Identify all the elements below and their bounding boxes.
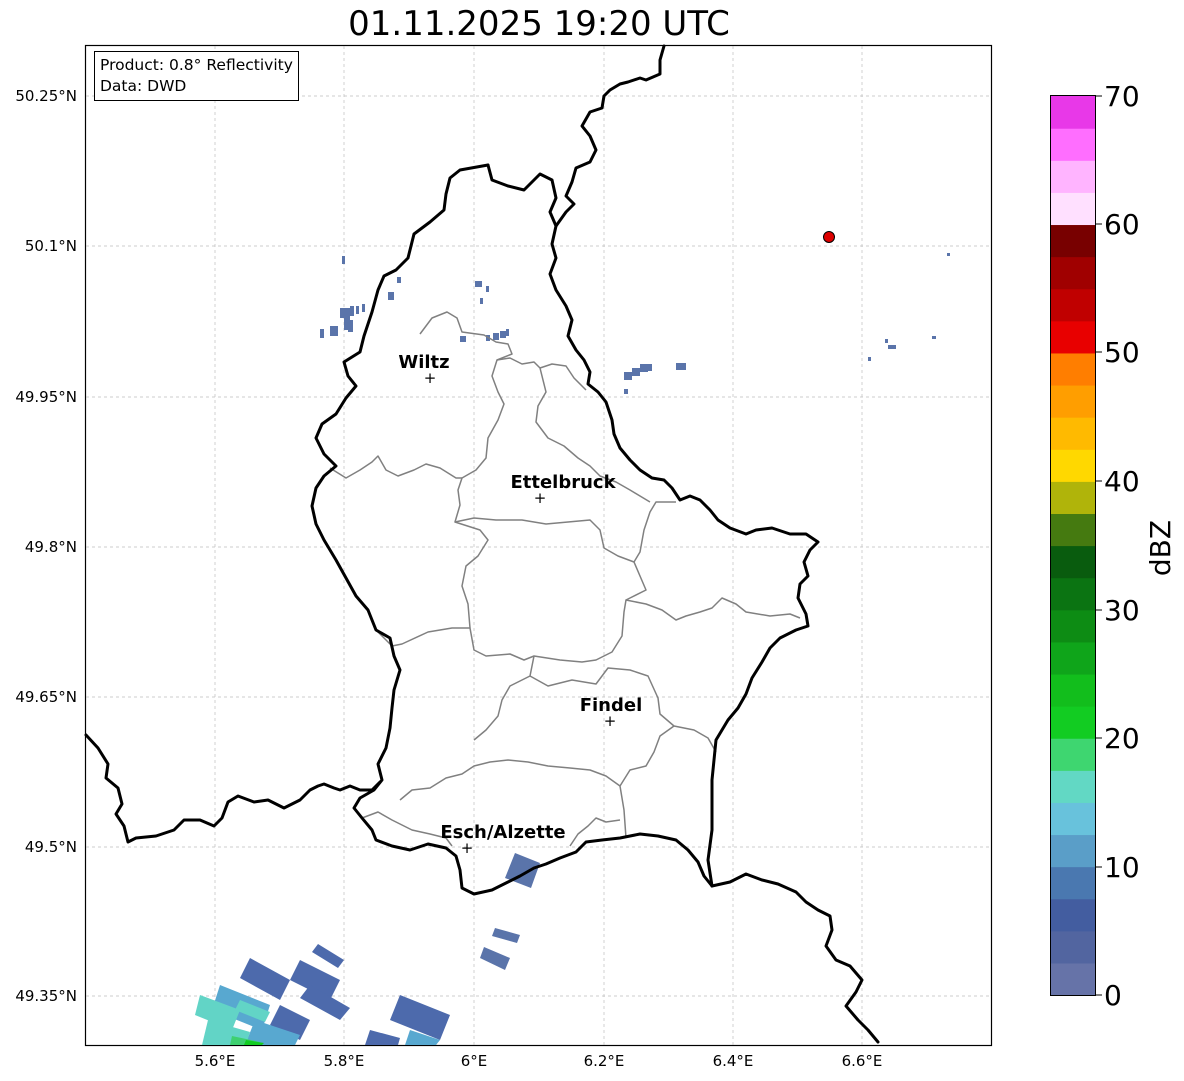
colorbar-band — [1051, 320, 1095, 354]
lon-tick-label: 6.4°E — [713, 1052, 754, 1070]
lon-tick-label: 6.6°E — [842, 1052, 883, 1070]
colorbar-band — [1051, 834, 1095, 868]
colorbar-band — [1051, 898, 1095, 932]
colorbar-title: dBZ — [1144, 520, 1177, 576]
colorbar-tick-label: 50 — [1104, 336, 1140, 369]
radar-map: + + + + Wiltz Ettelbruck Findel Esch/Alz… — [15, 44, 1177, 1070]
colorbar-band — [1051, 866, 1095, 900]
colorbar-band — [1051, 577, 1095, 611]
colorbar-tick-label: 0 — [1104, 979, 1122, 1012]
colorbar-band — [1051, 192, 1095, 226]
colorbar-band — [1051, 352, 1095, 386]
lat-tick-label: 49.8°N — [25, 538, 77, 556]
colorbar-band — [1051, 256, 1095, 290]
lat-tick-label: 50.1°N — [25, 237, 77, 255]
colorbar-band — [1051, 96, 1095, 129]
colorbar-band — [1051, 160, 1095, 193]
colorbar-tick-label: 40 — [1104, 465, 1140, 498]
map-frame — [84, 44, 993, 1047]
colorbar-tick-label: 60 — [1104, 208, 1140, 241]
colorbar-band — [1051, 481, 1095, 514]
colorbar-band — [1051, 802, 1095, 836]
colorbar-band — [1051, 930, 1095, 964]
product-info-box: Product: 0.8° Reflectivity Data: DWD — [94, 51, 299, 101]
radar-site-marker — [823, 231, 835, 243]
colorbar-band — [1051, 641, 1095, 675]
lon-tick-label: 5.6°E — [195, 1052, 236, 1070]
colorbar-band — [1051, 770, 1095, 803]
lon-tick-label: 6°E — [461, 1052, 488, 1070]
colorbar-band — [1051, 738, 1095, 771]
colorbar-bands — [1051, 96, 1095, 996]
colorbar-band — [1051, 513, 1095, 547]
lat-tick-label: 50.25°N — [15, 87, 77, 105]
colorbar-band — [1051, 673, 1095, 707]
data-source-text: Data: DWD — [100, 77, 187, 95]
city-label-ettelbruck: Ettelbruck — [510, 472, 616, 493]
lon-tick-label: 6.2°E — [584, 1052, 625, 1070]
colorbar-tick-label: 70 — [1104, 80, 1140, 113]
lat-tick-label: 49.65°N — [15, 688, 77, 706]
colorbar-tick-label: 30 — [1104, 594, 1140, 627]
colorbar-band — [1051, 962, 1095, 996]
longitude-ticks: 5.6°E 5.8°E 6°E 6.2°E 6.4°E 6.6°E — [195, 1052, 883, 1070]
colorbar-band — [1051, 417, 1095, 450]
colorbar-band — [1051, 224, 1095, 258]
lat-tick-label: 49.35°N — [15, 987, 77, 1005]
lat-tick-label: 49.5°N — [25, 838, 77, 856]
latitude-ticks: 50.25°N 50.1°N 49.95°N 49.8°N 49.65°N 49… — [15, 87, 77, 1005]
city-label-findel: Findel — [580, 695, 643, 716]
colorbar-band — [1051, 288, 1095, 322]
colorbar-tick-label: 10 — [1104, 851, 1140, 884]
colorbar-ticks: 0 10 20 30 40 50 60 70 — [1096, 80, 1140, 1012]
lon-tick-label: 5.8°E — [324, 1052, 365, 1070]
colorbar-band — [1051, 449, 1095, 482]
product-text: Product: 0.8° Reflectivity — [100, 56, 293, 74]
city-label-wiltz: Wiltz — [398, 352, 449, 373]
colorbar-band — [1051, 706, 1095, 739]
colorbar-tick-label: 20 — [1104, 722, 1140, 755]
colorbar-band — [1051, 545, 1095, 579]
city-label-esch-alzette: Esch/Alzette — [440, 822, 565, 843]
colorbar-band — [1051, 384, 1095, 418]
colorbar-band — [1051, 609, 1095, 643]
lat-tick-label: 49.95°N — [15, 388, 77, 406]
colorbar-band — [1051, 128, 1095, 161]
